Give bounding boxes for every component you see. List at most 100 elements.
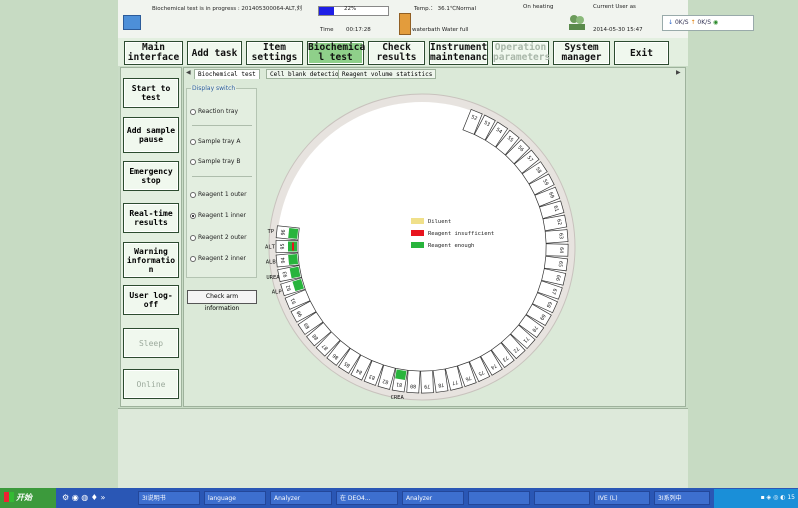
tray-slot-79: 79 — [420, 370, 434, 394]
nav-check-results[interactable]: Check results — [368, 41, 425, 65]
time-label: Time — [320, 27, 334, 33]
assay-label-94: ALB — [266, 260, 277, 266]
upload-icon: ↑ — [690, 19, 696, 26]
tray-slot-number: 64 — [558, 247, 564, 253]
left-background — [0, 0, 118, 488]
network-app-icon: ◉ — [712, 19, 719, 26]
tray-slot-number: 79 — [424, 383, 430, 389]
waterbath-status: waterbath Water full — [412, 27, 469, 33]
progress-percent: 22% — [344, 6, 357, 12]
heating-status: On heating — [523, 4, 554, 10]
network-monitor: ↓ 0K/S ↑ 0K/S ◉ — [662, 15, 754, 31]
download-icon: ↓ — [668, 19, 674, 26]
taskbar-item[interactable]: 3I说明书 — [138, 491, 200, 505]
user-logoff-button[interactable]: User log-off — [123, 285, 179, 315]
online-button[interactable]: Online — [123, 369, 179, 399]
datetime: 2014-05-30 15:47 — [593, 27, 643, 33]
nav-system-manager[interactable]: System manager — [553, 41, 610, 65]
tray-slot-box — [432, 368, 449, 393]
right-background — [688, 0, 798, 488]
tray-slot-number: 94 — [280, 257, 287, 264]
system-tray: ▪ ◈ ◎ ◐ 15 — [714, 489, 798, 508]
thermometer-icon — [399, 13, 411, 35]
progress-bar-fill — [319, 7, 335, 15]
reagent-level-fill — [288, 228, 299, 239]
legend-insufficient-label: Reagent insufficient — [428, 231, 494, 237]
user-icon — [568, 13, 586, 31]
assay-label-93: UREA — [266, 275, 280, 281]
warning-information-button[interactable]: Warning informatio n — [123, 242, 179, 278]
tray-slot-96: 96 — [275, 225, 300, 241]
tray-slot-64: 64 — [545, 243, 569, 257]
nav-main-interface[interactable]: Main interface — [124, 41, 183, 65]
tray-slot-number: 81 — [396, 381, 403, 388]
tray-slot-65: 65 — [543, 255, 569, 272]
reagent-insufficient-marker — [292, 242, 294, 251]
tray-slot-number: 80 — [410, 383, 416, 389]
assay-label-96: TP — [267, 229, 274, 235]
time-value: 00:17:28 — [346, 27, 371, 33]
tray-slot-80: 80 — [406, 369, 421, 394]
upload-speed: 0K/S — [697, 19, 712, 26]
tray-slot-number: 78 — [438, 381, 445, 388]
taskbar-item[interactable]: Analyzer — [270, 491, 332, 505]
assay-label-81: CREA — [391, 395, 405, 401]
bottom-panel — [118, 408, 688, 489]
tray-slot-box — [543, 255, 569, 272]
taskbar-item[interactable]: 3I系列中 — [654, 491, 710, 505]
clock: 15 — [787, 494, 795, 501]
legend-diluent-label: Diluent — [428, 219, 451, 225]
taskbar-item[interactable] — [534, 491, 590, 505]
emergency-stop-button[interactable]: Emergency stop — [123, 161, 179, 191]
real-time-results-button[interactable]: Real-time results — [123, 203, 179, 233]
current-user-label: Current User as — [593, 4, 636, 10]
taskbar-item[interactable]: IVE (L) — [594, 491, 650, 505]
nav-item-settings[interactable]: Item settings — [246, 41, 303, 65]
tray-slot-number: 96 — [280, 229, 287, 236]
tab-biochemical-test[interactable]: Biochemical test — [194, 69, 260, 79]
legend-diluent-swatch — [411, 218, 424, 224]
taskbar-item[interactable]: Analyzer — [402, 491, 464, 505]
reagent-level-fill — [395, 369, 407, 381]
reagent-level-fill — [289, 266, 301, 279]
nav-operation-parameters[interactable]: Operation parameters — [492, 41, 550, 65]
legend-enough-swatch — [411, 242, 424, 248]
start-test-button[interactable]: Start to test — [123, 78, 179, 108]
tab-scroll-left-icon[interactable]: ◀ — [186, 69, 191, 76]
reagent-level-fill — [288, 254, 299, 265]
download-speed: 0K/S — [674, 19, 689, 26]
tray-slot-94: 94 — [275, 252, 300, 268]
tray-slot-78: 78 — [432, 368, 449, 393]
assay-label-95: ALT — [265, 244, 276, 250]
tray-slot-number: 62 — [555, 219, 562, 226]
progress-status-text: Biochemical test is in progress : 201405… — [152, 6, 302, 12]
tray-slot-number: 63 — [557, 233, 563, 239]
nav-biochemical-test[interactable]: Biochemica l test — [307, 41, 365, 65]
tab-cell-blank-detection[interactable]: Cell blank detection — [266, 69, 347, 79]
assay-label-92: ALP — [272, 290, 283, 296]
temperature-text: Temp.： 36.1℃Normal — [414, 6, 476, 12]
nav-instrument-maintenance[interactable]: Instrument maintenanc — [429, 41, 488, 65]
taskbar-item[interactable] — [468, 491, 530, 505]
start-label: 开始 — [16, 493, 32, 502]
progress-app-icon — [123, 15, 141, 30]
nav-exit[interactable]: Exit — [614, 41, 669, 65]
tab-scroll-right-icon[interactable]: ▶ — [676, 69, 681, 76]
tray-slot-number: 65 — [557, 261, 564, 268]
windows-logo-icon — [4, 492, 14, 502]
tray-slot-95: 95 — [275, 240, 299, 253]
tray-slot-number: 95 — [280, 243, 286, 249]
tab-reagent-volume-statistics[interactable]: Reagent volume statistics — [338, 69, 437, 79]
tray-slot-number: 93 — [282, 271, 289, 278]
sleep-button[interactable]: Sleep — [123, 328, 179, 358]
tray-slot-63: 63 — [544, 229, 569, 244]
quick-launch-icons[interactable]: ⚙ ◉ ◍ ♦ » — [62, 492, 132, 504]
add-sample-pause-button[interactable]: Add sample pause — [123, 117, 179, 153]
nav-add-task[interactable]: Add task — [187, 41, 242, 65]
legend-insufficient-swatch — [411, 230, 424, 236]
taskbar-item[interactable]: language — [204, 491, 266, 505]
reagent-tray-diagram: 5253545556575859606162636465666768697071… — [265, 93, 576, 401]
tray-icons[interactable]: ▪ ◈ ◎ ◐ — [761, 494, 788, 501]
taskbar-item[interactable]: 在 DEO4... — [336, 491, 398, 505]
legend-enough-label: Reagent enough — [428, 243, 474, 249]
